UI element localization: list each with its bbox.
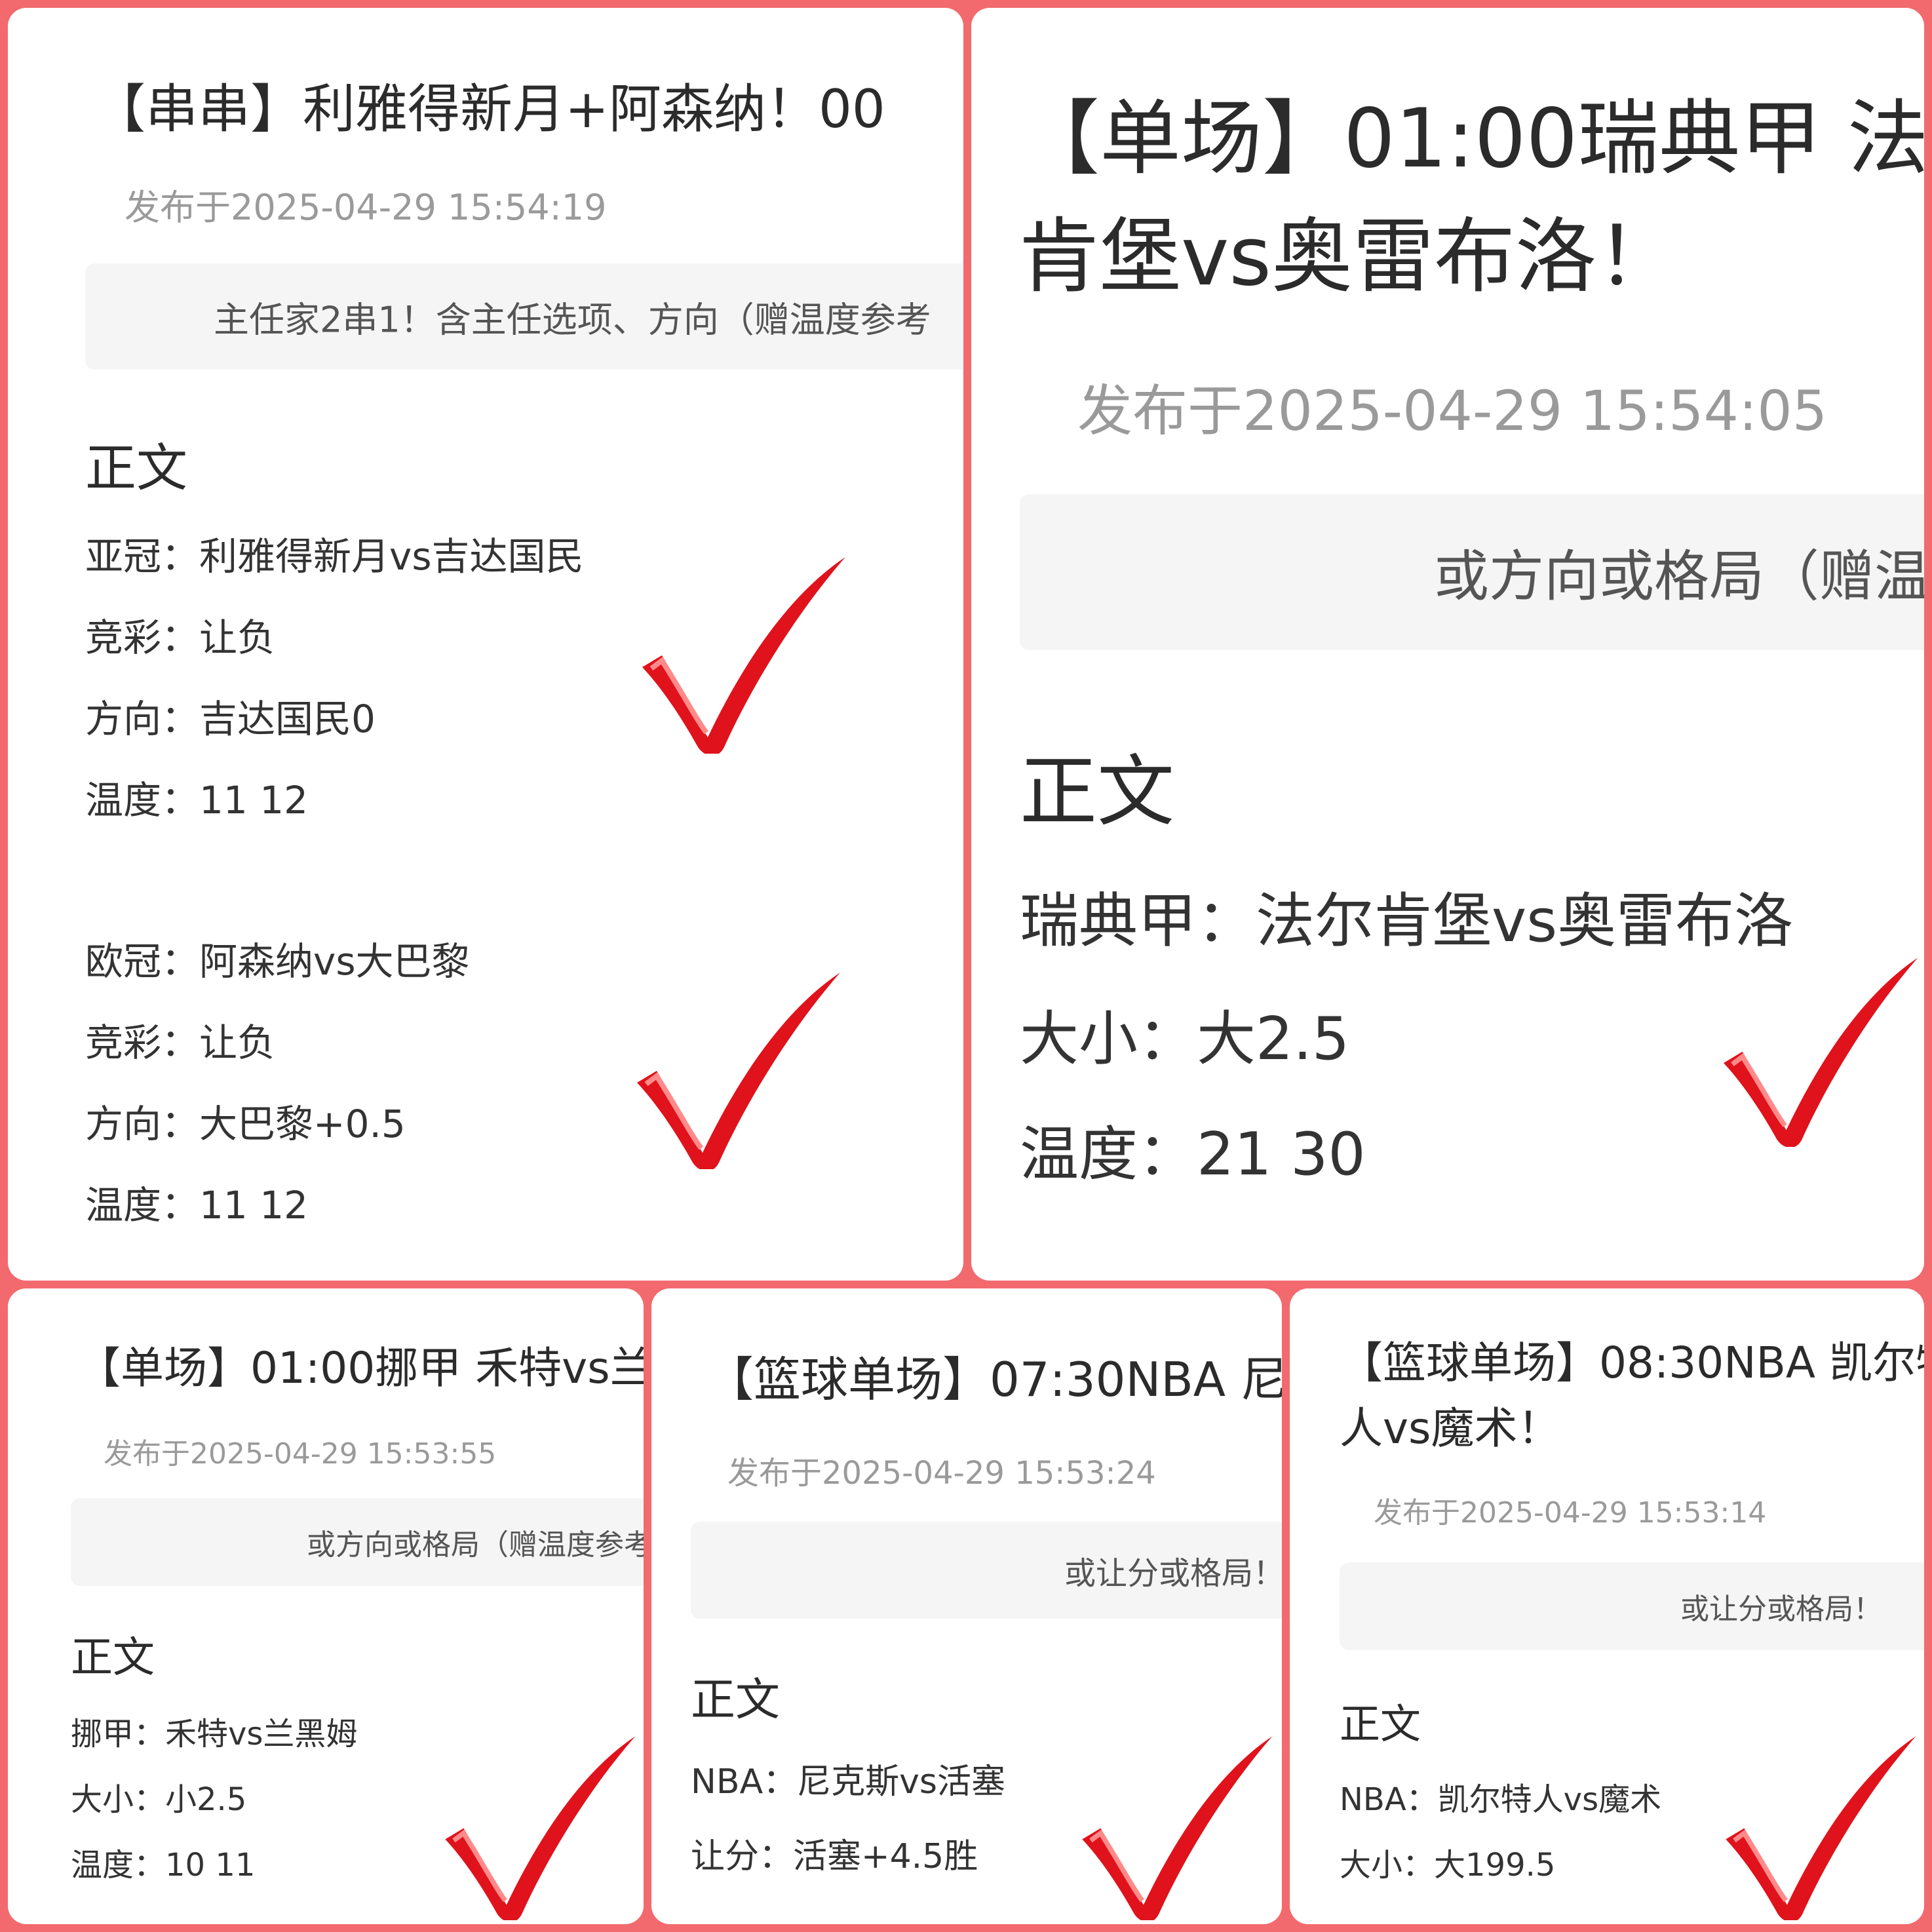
body-line-league: 瑞典甲：法尔肯堡vs奥雷布洛 — [1020, 887, 1794, 956]
body-line-temperature: 温度：11 12 — [85, 778, 309, 822]
post-summary: 主任家2串1！含主任选项、方向（赠温度参考 — [85, 263, 963, 370]
body-line-temperature: 温度：10 11 — [71, 1847, 256, 1884]
post-summary: 或让分或格局！ — [1340, 1562, 1924, 1650]
body-heading: 正文 — [1020, 746, 1175, 837]
check-mark-icon — [637, 973, 840, 1169]
post-title[interactable]: 【篮球单场】07:30NBA 尼 — [706, 1341, 1282, 1410]
body-line-league: 挪甲：禾特vs兰黑姆 — [71, 1716, 358, 1752]
check-mark-icon — [1724, 957, 1918, 1147]
check-mark-icon — [445, 1736, 636, 1920]
body-line-league: 亚冠：利雅得新月vs吉达国民 — [85, 534, 584, 579]
body-heading: 正文 — [85, 439, 188, 498]
post-summary: 或方向或格局（赠温 — [1020, 494, 1924, 650]
post-title[interactable]: 【篮球单场】08:30NBA 凯尔特人vs魔术！ — [1340, 1330, 1924, 1461]
body-line-bet-type: 竞彩：让负 — [85, 615, 276, 660]
body-heading: 正文 — [71, 1634, 155, 1682]
post-summary: 或方向或格局（赠温度参考 — [71, 1498, 644, 1586]
post-summary: 或让分或格局！ — [691, 1522, 1282, 1619]
body-line-league: 欧冠：阿森纳vs大巴黎 — [85, 939, 470, 984]
body-line-temperature: 温度：11 12 — [85, 1183, 309, 1227]
body-heading: 正文 — [1340, 1700, 1421, 1748]
body-line-total: 大小：小2.5 — [71, 1781, 247, 1818]
body-line-temperature: 温度：21 30 — [1020, 1120, 1366, 1189]
post-date: 发布于2025-04-29 15:54:05 — [1077, 379, 1828, 443]
post-title[interactable]: 【单场】01:00挪甲 禾特vs兰 — [77, 1333, 644, 1396]
post-title[interactable]: 【单场】01:00瑞典甲 法尔肯堡vs奥雷布洛！ — [1018, 80, 1924, 316]
body-line-spread: 让分：活塞+4.5胜 — [691, 1837, 978, 1876]
post-date: 发布于2025-04-29 15:54:19 — [125, 187, 607, 228]
check-mark-icon — [1726, 1736, 1916, 1920]
body-line-league: NBA：尼克斯vs活塞 — [691, 1762, 1006, 1802]
post-date: 发布于2025-04-29 15:53:14 — [1374, 1496, 1767, 1530]
body-line-direction: 方向：大巴黎+0.5 — [85, 1102, 406, 1146]
post-date: 发布于2025-04-29 15:53:24 — [727, 1455, 1156, 1492]
post-date: 发布于2025-04-29 15:53:55 — [104, 1437, 497, 1471]
body-line-league: NBA：凯尔特人vs魔术 — [1340, 1781, 1662, 1818]
body-line-total: 大小：大2.5 — [1020, 1005, 1350, 1073]
post-title[interactable]: 【串串】利雅得新月+阿森纳！00 — [93, 67, 885, 143]
check-mark-icon — [642, 557, 845, 754]
body-line-bet-type: 竞彩：让负 — [85, 1020, 276, 1065]
body-heading: 正文 — [691, 1674, 781, 1726]
body-line-direction: 方向：吉达国民0 — [85, 697, 376, 741]
check-mark-icon — [1082, 1736, 1273, 1920]
body-line-total: 大小：大199.5 — [1340, 1847, 1556, 1884]
